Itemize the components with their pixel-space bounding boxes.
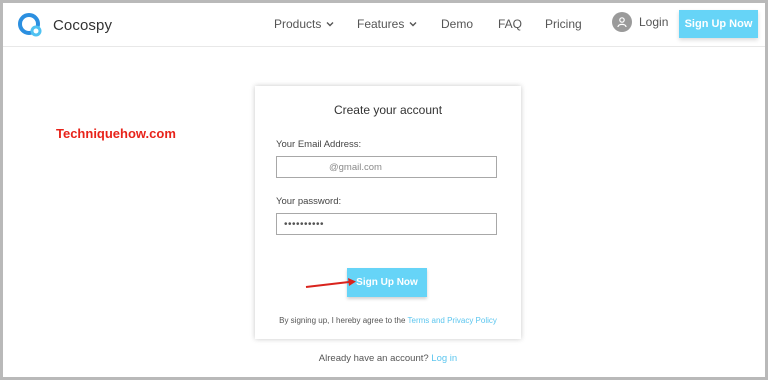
email-value: @gmail.com bbox=[329, 161, 382, 173]
chevron-down-icon bbox=[409, 22, 417, 27]
password-label: Your password: bbox=[276, 196, 342, 207]
nav-signup-button[interactable]: Sign Up Now bbox=[679, 10, 758, 38]
nav-products-label: Products bbox=[274, 17, 322, 31]
login-prompt: Already have an account? Log in bbox=[255, 353, 521, 364]
nav-faq[interactable]: FAQ bbox=[498, 17, 522, 31]
user-icon bbox=[612, 12, 632, 32]
login-link-footer[interactable]: Log in bbox=[431, 353, 457, 364]
password-value: •••••••••• bbox=[284, 218, 325, 230]
nav-features[interactable]: Features bbox=[357, 17, 417, 31]
login-label: Login bbox=[639, 15, 669, 29]
form-title: Create your account bbox=[333, 103, 443, 117]
terms-link[interactable]: Terms and Privacy Policy bbox=[408, 316, 497, 325]
terms-prefix: By signing up, I hereby agree to the bbox=[279, 316, 406, 325]
nav-demo-label: Demo bbox=[441, 17, 474, 31]
email-label: Your Email Address: bbox=[276, 139, 362, 150]
password-field[interactable]: •••••••••• bbox=[276, 213, 497, 235]
nav-faq-label: FAQ bbox=[498, 17, 523, 31]
submit-signup-button[interactable]: Sign Up Now bbox=[347, 268, 427, 297]
nav-features-label: Features bbox=[357, 17, 405, 31]
nav-pricing[interactable]: Pricing bbox=[545, 17, 582, 31]
red-arrow-icon bbox=[305, 278, 356, 288]
brand-name: Cocospy bbox=[53, 16, 113, 34]
chevron-down-icon bbox=[326, 22, 334, 27]
terms-text: By signing up, I hereby agree to the Ter… bbox=[255, 316, 521, 325]
top-navbar: Cocospy Products Features Demo FAQ Prici… bbox=[3, 3, 765, 47]
email-field[interactable]: @gmail.com bbox=[276, 156, 497, 178]
brand-logo[interactable]: Cocospy bbox=[17, 12, 112, 38]
already-text: Already have an account? bbox=[318, 353, 429, 364]
nav-products[interactable]: Products bbox=[274, 17, 334, 31]
nav-demo[interactable]: Demo bbox=[441, 17, 473, 31]
watermark-text: Techniquehow.com bbox=[56, 126, 176, 141]
login-link[interactable]: Login bbox=[612, 12, 668, 32]
nav-pricing-label: Pricing bbox=[545, 17, 582, 31]
signup-card: Create your account Your Email Address: … bbox=[255, 86, 521, 339]
cocospy-logo-icon bbox=[18, 13, 42, 37]
